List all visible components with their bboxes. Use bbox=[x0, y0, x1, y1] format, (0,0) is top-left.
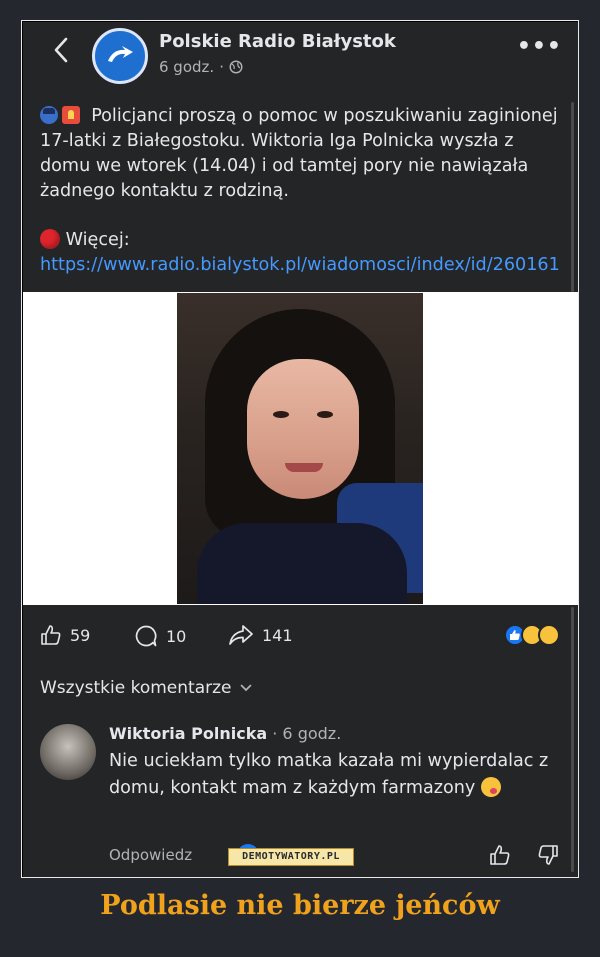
police-emoji-icon bbox=[40, 106, 58, 124]
globe-icon bbox=[229, 60, 243, 74]
more-label: Więcej: bbox=[65, 230, 130, 250]
photo-shirt bbox=[197, 523, 407, 604]
reply-button[interactable]: Odpowiedz bbox=[109, 846, 192, 864]
thumbs-up-icon[interactable] bbox=[489, 844, 511, 866]
post-image-container[interactable] bbox=[23, 292, 578, 605]
page-name[interactable]: Polskie Radio Białystok bbox=[159, 31, 396, 52]
like-count: 59 bbox=[70, 625, 91, 645]
post-body: Policjanci proszą o pomoc w poszukiwaniu… bbox=[40, 104, 565, 278]
post-message: Policjanci proszą o pomoc w poszukiwaniu… bbox=[40, 106, 558, 201]
sad-reaction-icon bbox=[538, 624, 560, 646]
photo-eye-right bbox=[317, 411, 333, 418]
share-icon bbox=[229, 625, 253, 645]
share-count: 141 bbox=[262, 625, 293, 645]
facebook-post: Polskie Radio Białystok 6 godz. · ••• Po… bbox=[23, 22, 578, 877]
comment-avatar[interactable] bbox=[40, 724, 96, 780]
page-avatar[interactable] bbox=[92, 28, 148, 84]
photo-mouth bbox=[285, 463, 323, 472]
reaction-summary[interactable] bbox=[504, 624, 564, 648]
red-circle-icon bbox=[40, 229, 60, 249]
comment-icon bbox=[135, 625, 157, 647]
comments-filter-label: Wszystkie komentarze bbox=[40, 678, 232, 698]
photo-face bbox=[247, 359, 359, 499]
back-button[interactable] bbox=[47, 36, 75, 64]
post-more-line: Więcej: https://www.radio.bialystok.pl/w… bbox=[40, 228, 565, 278]
comment-body: Nie uciekłam tylko matka kazała mi wypie… bbox=[109, 748, 559, 802]
comment-vote-buttons bbox=[489, 844, 559, 866]
more-link[interactable]: https://www.radio.bialystok.pl/wiadomosc… bbox=[40, 255, 560, 275]
radio-logo-icon bbox=[108, 46, 133, 62]
comment-author[interactable]: Wiktoria Polnicka bbox=[109, 724, 267, 743]
post-paragraph: Policjanci proszą o pomoc w poszukiwaniu… bbox=[40, 104, 565, 204]
more-dots-icon: ••• bbox=[516, 34, 562, 59]
post-photo[interactable] bbox=[177, 293, 423, 604]
back-arrow-icon bbox=[54, 37, 68, 63]
comment-time: · 6 godz. bbox=[272, 724, 342, 743]
like-icon bbox=[41, 625, 61, 645]
scrollbar-top[interactable] bbox=[571, 102, 574, 292]
comment-count: 10 bbox=[166, 626, 187, 646]
like-action[interactable]: 59 bbox=[40, 624, 90, 646]
meta-separator: · bbox=[219, 58, 224, 76]
share-action[interactable]: 141 bbox=[228, 624, 293, 646]
post-meta: 6 godz. · bbox=[159, 58, 243, 76]
watermark: DEMOTYWATORY.PL bbox=[228, 848, 354, 866]
post-header: Polskie Radio Białystok 6 godz. · ••• bbox=[23, 22, 578, 92]
scrollbar-bottom[interactable] bbox=[571, 607, 574, 872]
post-actions: 59 10 141 bbox=[23, 612, 578, 656]
more-options-button[interactable]: ••• bbox=[517, 34, 562, 59]
comment-action[interactable]: 10 bbox=[134, 624, 186, 648]
chevron-down-icon bbox=[240, 684, 251, 692]
siren-emoji-icon bbox=[62, 106, 80, 124]
thumbs-down-icon[interactable] bbox=[537, 844, 559, 866]
wink-kiss-emoji-icon bbox=[481, 777, 502, 797]
photo-eye-left bbox=[273, 411, 289, 418]
comments-filter-dropdown[interactable]: Wszystkie komentarze bbox=[40, 678, 252, 698]
post-time: 6 godz. bbox=[159, 58, 215, 76]
demotivator-caption: Podlasie nie bierze jeńców bbox=[100, 890, 500, 921]
comment-header: Wiktoria Polnicka · 6 godz. bbox=[109, 724, 341, 743]
demotivator-frame: Polskie Radio Białystok 6 godz. · ••• Po… bbox=[21, 20, 579, 878]
